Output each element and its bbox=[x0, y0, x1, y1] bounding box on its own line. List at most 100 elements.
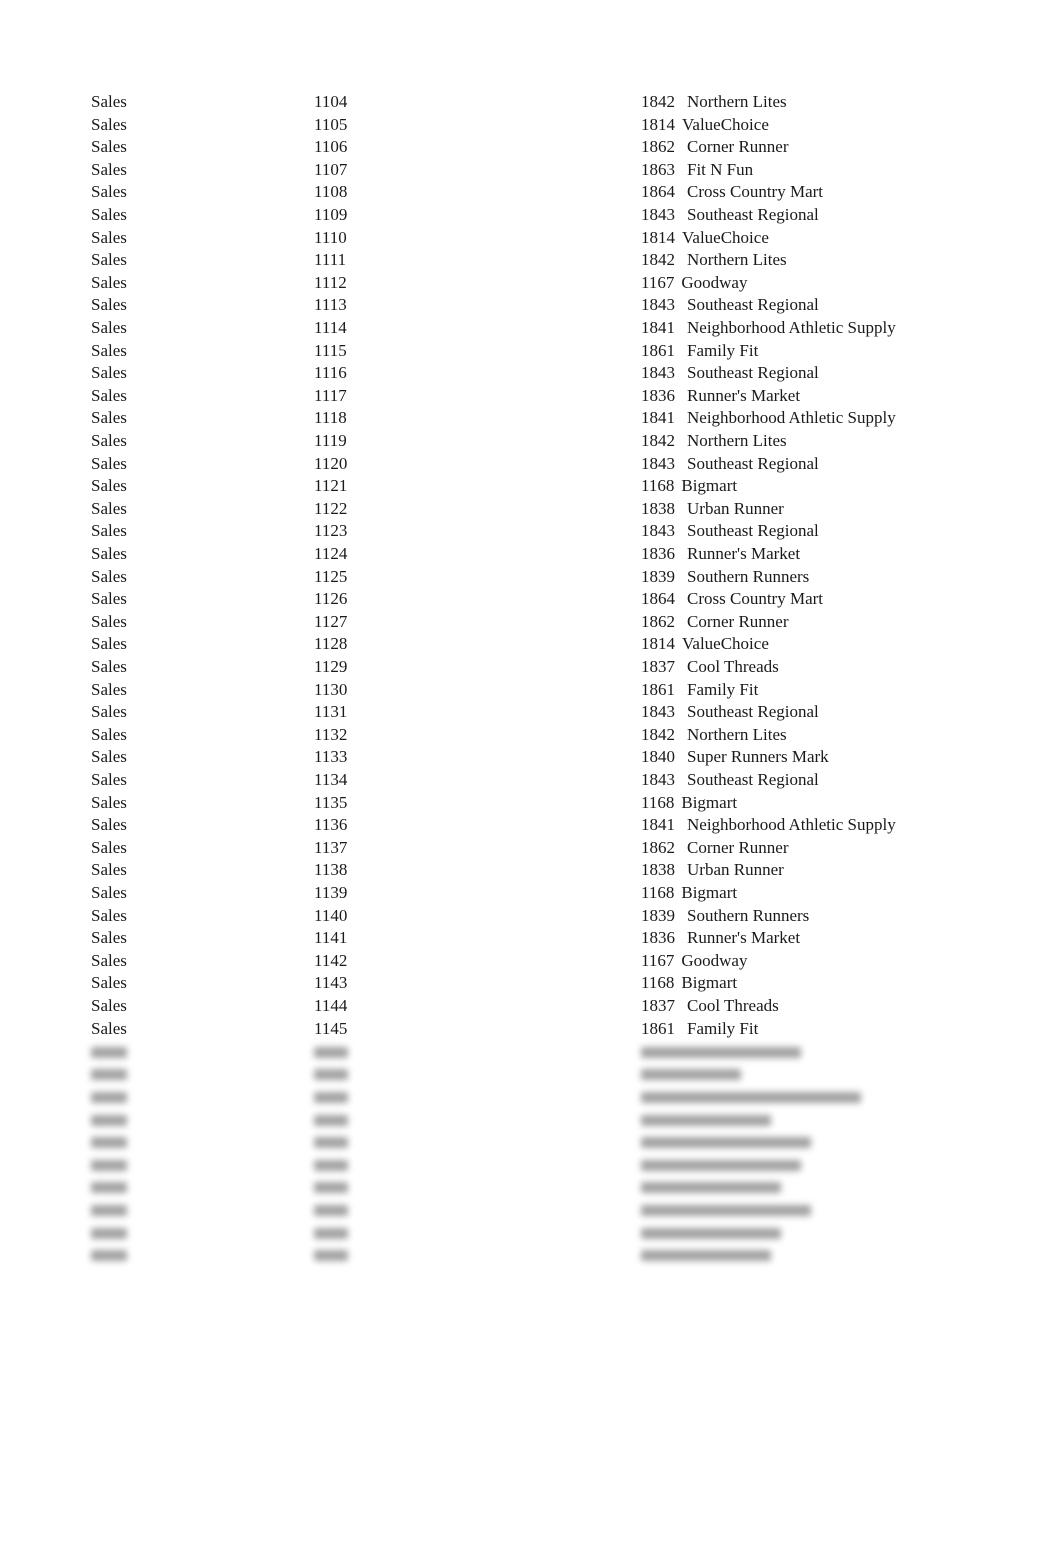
department-cell: Sales bbox=[91, 860, 127, 880]
customer-id: 1864 bbox=[641, 182, 675, 202]
department-cell: Sales bbox=[91, 250, 127, 270]
department-cell: Sales bbox=[91, 408, 127, 428]
order-id-cell: 1108 bbox=[314, 182, 348, 202]
customer-id: 1864 bbox=[641, 589, 675, 609]
table-row: Sales 1125 1839 Southern Runners bbox=[0, 567, 1062, 589]
order-id-cell: 1110 bbox=[314, 227, 347, 247]
customer-id: 1863 bbox=[641, 159, 675, 179]
customer-cell: 1168 Bigmart bbox=[641, 476, 737, 496]
customer-name: Fit N Fun bbox=[687, 159, 754, 179]
blurred-cell bbox=[641, 1041, 801, 1061]
blurred-cell bbox=[91, 1041, 127, 1061]
customer-name: Runner's Market bbox=[687, 928, 801, 948]
order-id-cell: 1127 bbox=[314, 611, 348, 631]
department-cell: Sales bbox=[91, 928, 127, 948]
order-id-cell: 1113 bbox=[314, 295, 347, 315]
customer-id: 1861 bbox=[641, 1018, 675, 1038]
customer-cell: 1814 ValueChoice bbox=[641, 228, 769, 248]
customer-name: Cross Country Mart bbox=[687, 589, 823, 609]
order-id-cell: 1128 bbox=[314, 634, 348, 654]
department-cell: Sales bbox=[91, 883, 127, 902]
customer-name: Southeast Regional bbox=[687, 770, 819, 789]
customer-cell: 1842 Northern Lites bbox=[641, 92, 787, 112]
customer-cell: 1861 Family Fit bbox=[641, 1019, 758, 1039]
order-id-cell: 1109 bbox=[314, 205, 348, 224]
customer-id: 1838 bbox=[641, 860, 675, 880]
customer-id: 1840 bbox=[641, 747, 675, 767]
customer-name: Neighborhood Athletic Supply bbox=[687, 815, 896, 835]
blurred-row bbox=[0, 1064, 1062, 1086]
table-row: Sales 1107 1863 Fit N Fun bbox=[0, 160, 1062, 182]
order-id-cell: 1112 bbox=[314, 272, 347, 292]
customer-cell: 1843 Southeast Regional bbox=[641, 363, 819, 383]
customer-id: 1843 bbox=[641, 205, 675, 224]
customer-id: 1841 bbox=[641, 815, 675, 835]
customer-id: 1168 bbox=[641, 792, 675, 812]
customer-cell: 1839 Southern Runners bbox=[641, 567, 809, 587]
table-row: Sales 1126 1864 Cross Country Mart bbox=[0, 589, 1062, 611]
customer-cell: 1862 Corner Runner bbox=[641, 137, 789, 157]
department-cell: Sales bbox=[91, 544, 127, 563]
customer-name: Runner's Market bbox=[687, 544, 801, 563]
customer-id: 1168 bbox=[641, 973, 675, 993]
department-cell: Sales bbox=[91, 566, 127, 586]
order-id-cell: 1116 bbox=[314, 363, 347, 383]
customer-id: 1167 bbox=[641, 272, 675, 292]
table-row: Sales 1135 1168 Bigmart bbox=[0, 793, 1062, 815]
department-cell: Sales bbox=[91, 363, 127, 383]
customer-name: Bigmart bbox=[681, 476, 738, 496]
customer-name: ValueChoice bbox=[682, 114, 769, 134]
blurred-cell bbox=[314, 1154, 348, 1174]
blurred-cell bbox=[314, 1109, 348, 1129]
customer-cell: 1863 Fit N Fun bbox=[641, 160, 753, 180]
customer-cell: 1168 Bigmart bbox=[641, 793, 737, 813]
customer-cell: 1864 Cross Country Mart bbox=[641, 589, 823, 609]
table-row: Sales 1117 1836 Runner's Market bbox=[0, 386, 1062, 408]
customer-id: 1842 bbox=[641, 431, 675, 450]
customer-cell: 1861 Family Fit bbox=[641, 680, 758, 700]
order-id-cell: 1131 bbox=[314, 702, 348, 722]
blurred-row bbox=[0, 1154, 1062, 1176]
order-id-cell: 1117 bbox=[314, 385, 347, 405]
customer-cell: 1843 Southeast Regional bbox=[641, 454, 819, 474]
table-row: Sales 1120 1843 Southeast Regional bbox=[0, 454, 1062, 476]
table-row: Sales 1132 1842 Northern Lites bbox=[0, 725, 1062, 747]
customer-id: 1839 bbox=[641, 905, 675, 925]
department-cell: Sales bbox=[91, 679, 127, 699]
department-cell: Sales bbox=[91, 837, 127, 857]
customer-id: 1168 bbox=[641, 883, 675, 902]
order-id-cell: 1129 bbox=[314, 657, 348, 676]
customer-name: Family Fit bbox=[687, 679, 759, 699]
blurred-row bbox=[0, 1245, 1062, 1267]
blurred-cell bbox=[91, 1086, 127, 1106]
table-row: Sales 1143 1168 Bigmart bbox=[0, 973, 1062, 995]
blurred-row bbox=[0, 1177, 1062, 1199]
customer-cell: 1843 Southeast Regional bbox=[641, 295, 819, 315]
table-row: Sales 1134 1843 Southeast Regional bbox=[0, 770, 1062, 792]
blurred-cell bbox=[314, 1177, 348, 1197]
customer-name: Cross Country Mart bbox=[687, 182, 823, 202]
customer-name: ValueChoice bbox=[682, 227, 769, 247]
customer-name: Goodway bbox=[681, 950, 748, 970]
customer-name: Urban Runner bbox=[687, 498, 784, 518]
table-row: Sales 1140 1839 Southern Runners bbox=[0, 906, 1062, 928]
customer-name: Cool Threads bbox=[687, 657, 779, 676]
customer-cell: 1168 Bigmart bbox=[641, 883, 737, 903]
customer-name: Bigmart bbox=[681, 792, 738, 812]
order-id-cell: 1111 bbox=[314, 250, 347, 270]
order-id-cell: 1106 bbox=[314, 137, 348, 157]
customer-cell: 1843 Southeast Regional bbox=[641, 770, 819, 790]
blurred-cell bbox=[91, 1199, 127, 1219]
customer-id: 1843 bbox=[641, 295, 675, 315]
order-id-cell: 1140 bbox=[314, 905, 348, 925]
customer-name: Southeast Regional bbox=[687, 363, 819, 383]
table-row: Sales 1112 1167 Goodway bbox=[0, 273, 1062, 295]
order-id-cell: 1130 bbox=[314, 679, 348, 699]
order-id-cell: 1145 bbox=[314, 1018, 348, 1038]
customer-name: Northern Lites bbox=[687, 431, 787, 450]
customer-cell: 1168 Bigmart bbox=[641, 973, 737, 993]
department-cell: Sales bbox=[91, 589, 127, 609]
customer-name: Northern Lites bbox=[687, 724, 787, 744]
customer-id: 1814 bbox=[641, 634, 675, 654]
order-id-cell: 1143 bbox=[314, 973, 348, 993]
